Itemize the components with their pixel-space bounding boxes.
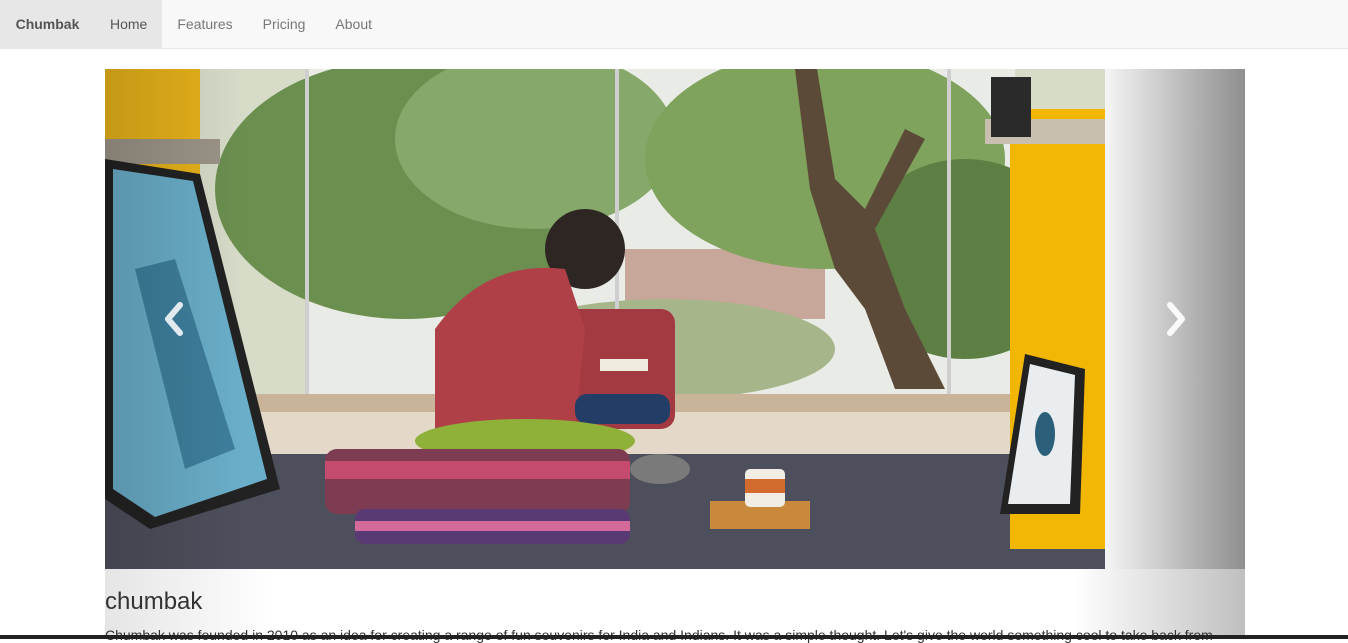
top-navbar: Chumbak Home Features Pricing About bbox=[0, 0, 1348, 49]
carousel-prev-control[interactable] bbox=[105, 69, 245, 569]
nav-features[interactable]: Features bbox=[162, 0, 247, 48]
chevron-left-icon bbox=[165, 302, 183, 336]
brand-link[interactable]: Chumbak bbox=[0, 0, 95, 48]
chevron-right-icon bbox=[1167, 302, 1185, 336]
nav-about[interactable]: About bbox=[320, 0, 387, 48]
bottom-edge-bar bbox=[0, 635, 1348, 639]
nav-pricing[interactable]: Pricing bbox=[248, 0, 321, 48]
section-title: chumbak bbox=[105, 588, 203, 615]
carousel-slide-image bbox=[105, 69, 1105, 569]
carousel-next-control[interactable] bbox=[1105, 69, 1245, 569]
nav-home[interactable]: Home bbox=[95, 0, 163, 48]
image-carousel bbox=[105, 69, 1245, 569]
